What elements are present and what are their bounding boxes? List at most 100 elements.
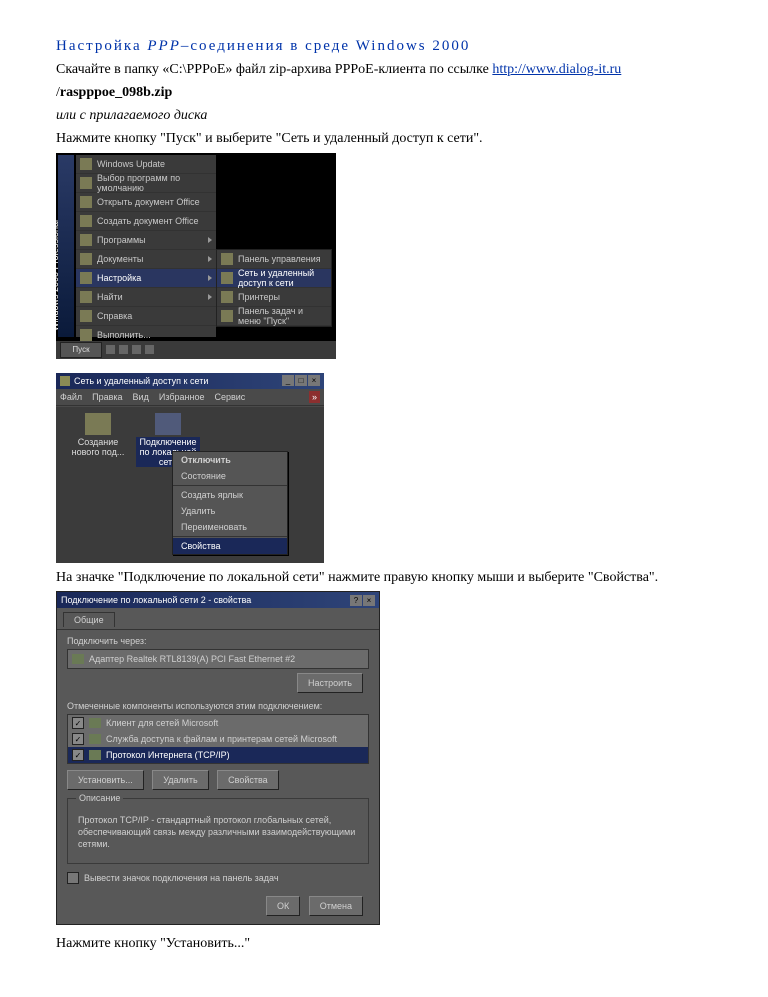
item-label: Найти bbox=[97, 292, 123, 302]
dialog-title: Подключение по локальной сети 2 - свойст… bbox=[61, 595, 251, 605]
tray-icon[interactable] bbox=[106, 345, 115, 354]
item-label: Открыть документ Office bbox=[97, 197, 200, 207]
help-button[interactable]: ? bbox=[350, 595, 362, 606]
zip-filename: raspppoe_098b.zip bbox=[60, 85, 172, 100]
ctx-properties[interactable]: Свойства bbox=[173, 538, 287, 554]
close-button[interactable]: × bbox=[363, 595, 375, 606]
component-file-sharing[interactable]: ✓ Служба доступа к файлам и принтерам се… bbox=[68, 731, 368, 747]
start-item-find[interactable]: Найти bbox=[76, 288, 216, 307]
intro-line3: или с прилагаемого диска bbox=[56, 107, 712, 126]
taskbar: Пуск bbox=[56, 341, 336, 359]
start-item-default-programs[interactable]: Выбор программ по умолчанию bbox=[76, 174, 216, 193]
window-icon bbox=[60, 376, 70, 386]
nic-icon bbox=[72, 654, 84, 664]
cancel-button[interactable]: Отмена bbox=[309, 896, 363, 916]
show-tray-icon-row[interactable]: Вывести значок подключения на панель зад… bbox=[67, 872, 369, 884]
window-buttons: _ □ × bbox=[282, 375, 320, 386]
menu-favorites[interactable]: Избранное bbox=[159, 392, 205, 402]
submenu-printers[interactable]: Принтеры bbox=[217, 288, 331, 307]
protocol-icon bbox=[89, 750, 101, 760]
dialog-button-row: ОК Отмена bbox=[57, 892, 379, 924]
start-button[interactable]: Пуск bbox=[60, 342, 102, 358]
menu-view[interactable]: Вид bbox=[133, 392, 149, 402]
download-link[interactable]: http://www.dialog-it.ru bbox=[492, 62, 621, 77]
components-label: Отмеченные компоненты используются этим … bbox=[67, 701, 369, 711]
item-label: Принтеры bbox=[238, 292, 280, 302]
description-text: Протокол TCP/IP - стандартный протокол г… bbox=[76, 813, 360, 854]
maximize-button[interactable]: □ bbox=[295, 375, 307, 386]
checkbox-icon[interactable] bbox=[67, 872, 79, 884]
description-group: Описание Протокол TCP/IP - стандартный п… bbox=[67, 798, 369, 863]
control-panel-icon bbox=[221, 253, 233, 265]
final-instruction: Нажмите кнопку "Установить..." bbox=[56, 935, 712, 954]
install-button[interactable]: Установить... bbox=[67, 770, 144, 790]
tab-general[interactable]: Общие bbox=[63, 612, 115, 627]
checkbox-icon[interactable]: ✓ bbox=[72, 749, 84, 761]
icon-new-connection[interactable]: Созданиенового под... bbox=[66, 413, 130, 457]
connection-wizard-icon bbox=[85, 413, 111, 435]
components-listbox[interactable]: ✓ Клиент для сетей Microsoft ✓ Служба до… bbox=[67, 714, 369, 764]
start-item-documents[interactable]: Документы bbox=[76, 250, 216, 269]
show-tray-label: Вывести значок подключения на панель зад… bbox=[84, 873, 279, 883]
menu-edit[interactable]: Правка bbox=[92, 392, 122, 402]
start-item-help[interactable]: Справка bbox=[76, 307, 216, 326]
documents-icon bbox=[80, 253, 92, 265]
start-item-programs[interactable]: Программы bbox=[76, 231, 216, 250]
ctx-disconnect[interactable]: Отключить bbox=[173, 452, 287, 468]
windows-brand-text: Windows 2000 Professional bbox=[56, 220, 60, 331]
submenu-network-connections[interactable]: Сеть и удаленный доступ к сети bbox=[217, 269, 331, 288]
icon-label: Подключение bbox=[139, 437, 196, 447]
component-tcpip[interactable]: ✓ Протокол Интернета (TCP/IP) bbox=[68, 747, 368, 763]
item-label: Панель управления bbox=[238, 254, 321, 264]
configure-button[interactable]: Настроить bbox=[297, 673, 363, 693]
screenshot-start-menu: Windows 2000 Professional Windows Update… bbox=[56, 153, 336, 359]
menubar: Файл Правка Вид Избранное Сервис » bbox=[56, 389, 324, 406]
search-icon bbox=[80, 291, 92, 303]
dialog-titlebar: Подключение по локальной сети 2 - свойст… bbox=[57, 592, 379, 608]
submenu-taskbar[interactable]: Панель задач и меню "Пуск" bbox=[217, 307, 331, 326]
ctx-rename[interactable]: Переименовать bbox=[173, 519, 287, 535]
description-label: Описание bbox=[76, 793, 123, 803]
title-pre: Настройка bbox=[56, 38, 147, 54]
start-item-windows-update[interactable]: Windows Update bbox=[76, 155, 216, 174]
item-label: Windows Update bbox=[97, 159, 165, 169]
menu-file[interactable]: Файл bbox=[60, 392, 82, 402]
remove-button[interactable]: Удалить bbox=[152, 770, 208, 790]
start-item-create-office[interactable]: Создать документ Office bbox=[76, 212, 216, 231]
window-titlebar: Сеть и удаленный доступ к сети _ □ × bbox=[56, 373, 324, 389]
lan-icon bbox=[155, 413, 181, 435]
client-icon bbox=[89, 718, 101, 728]
item-label: Программы bbox=[97, 235, 146, 245]
screenshot-properties-dialog: Подключение по локальной сети 2 - свойст… bbox=[56, 591, 380, 924]
component-client[interactable]: ✓ Клиент для сетей Microsoft bbox=[68, 715, 368, 731]
menu-more[interactable]: » bbox=[309, 391, 320, 403]
dialog-buttons: ? × bbox=[350, 595, 375, 606]
close-button[interactable]: × bbox=[308, 375, 320, 386]
submenu-control-panel[interactable]: Панель управления bbox=[217, 250, 331, 269]
item-label: Панель задач и меню "Пуск" bbox=[238, 306, 327, 326]
ctx-status[interactable]: Состояние bbox=[173, 468, 287, 484]
help-icon bbox=[80, 310, 92, 322]
ctx-delete[interactable]: Удалить bbox=[173, 503, 287, 519]
printer-icon bbox=[221, 291, 233, 303]
minimize-button[interactable]: _ bbox=[282, 375, 294, 386]
checkbox-icon[interactable]: ✓ bbox=[72, 733, 84, 745]
tray-icon[interactable] bbox=[145, 345, 154, 354]
tray-icon[interactable] bbox=[132, 345, 141, 354]
run-icon bbox=[80, 329, 92, 341]
menu-tools[interactable]: Сервис bbox=[214, 392, 245, 402]
start-item-settings[interactable]: Настройка bbox=[76, 269, 216, 288]
item-label: Выбор программ по умолчанию bbox=[97, 173, 212, 193]
title-ppp: PPP bbox=[147, 38, 181, 54]
ctx-create-shortcut[interactable]: Создать ярлык bbox=[173, 487, 287, 503]
tray-icon[interactable] bbox=[119, 345, 128, 354]
start-item-open-office[interactable]: Открыть документ Office bbox=[76, 193, 216, 212]
ok-button[interactable]: ОК bbox=[266, 896, 300, 916]
connect-via-label: Подключить через: bbox=[67, 636, 369, 646]
windows-brand-band: Windows 2000 Professional bbox=[58, 155, 74, 337]
properties-button[interactable]: Свойства bbox=[217, 770, 279, 790]
screenshot-network-folder: Сеть и удаленный доступ к сети _ □ × Фай… bbox=[56, 373, 324, 563]
checkbox-icon[interactable]: ✓ bbox=[72, 717, 84, 729]
taskbar-icon bbox=[221, 310, 233, 322]
service-icon bbox=[89, 734, 101, 744]
